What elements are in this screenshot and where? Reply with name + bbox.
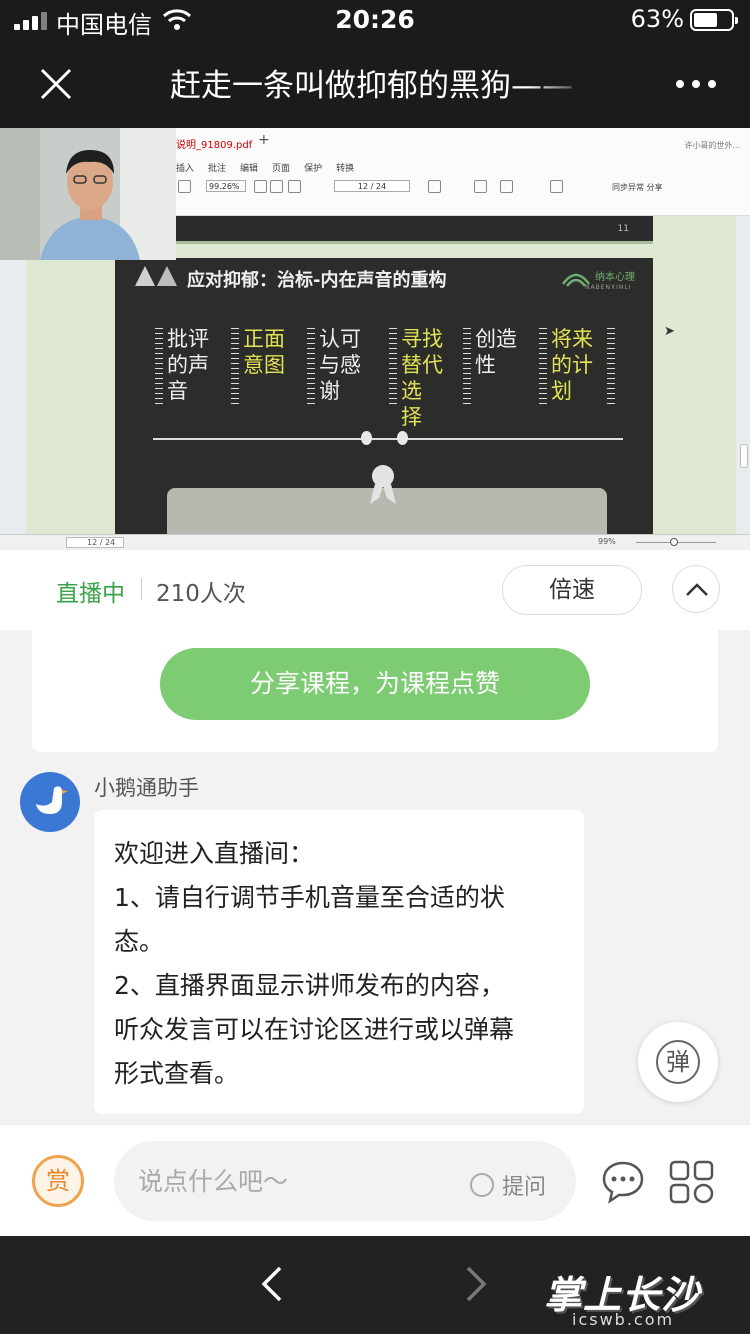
zoom-slider-knob: [670, 538, 678, 546]
battery-percent: 63%: [630, 5, 684, 33]
tool-icon: [500, 180, 513, 193]
menu-item: 保护: [304, 164, 323, 174]
tool-icon: [428, 180, 441, 193]
decoration-icon: [135, 266, 177, 286]
pdf-statusbar: 12 / 24 99%: [0, 534, 750, 550]
slide-column: 批评 的声音: [155, 326, 221, 404]
message-line: 欢迎进入直播间：: [114, 839, 315, 868]
live-info-bar: 直播中 210人次 倍速: [0, 550, 750, 630]
menu-item: 转换: [336, 164, 355, 174]
share-course-button[interactable]: 分享课程，为课程点赞: [160, 648, 590, 720]
sync-share-text: 同步异常 分享: [612, 183, 663, 192]
page-title: 赶走一条叫做抑郁的黑狗——: [170, 68, 573, 104]
zoom-box: 99.26%: [206, 180, 246, 192]
message-line: 2、直播界面显示讲师发布的内容，: [114, 971, 505, 1000]
slide-column: 认可 与感谢: [307, 326, 373, 404]
timeline-line: [153, 438, 623, 440]
pdf-menu: 插入 批注 编辑 页面 保护 转换: [176, 161, 354, 174]
zoom-out-icon: [254, 180, 267, 193]
danmu-button[interactable]: 弹: [638, 1022, 718, 1102]
screen-share-view[interactable]: 说明_91809.pdf + 许小哥的世外... 插入 批注 编辑 页面 保护 …: [0, 128, 750, 550]
user-name-text: 许小哥的世外...: [684, 141, 740, 150]
sender-name: 小鹅通助手: [94, 776, 199, 800]
danmu-icon: 弹: [656, 1040, 700, 1084]
timeline-dot: [397, 431, 408, 445]
grid-menu-icon[interactable]: [668, 1159, 716, 1205]
slide-column: 正面 意图: [231, 326, 297, 404]
ask-question-toggle[interactable]: 提问: [470, 1169, 546, 1201]
input-bar: 赏 提问: [0, 1124, 750, 1236]
logo-text: 纳本心理: [595, 272, 635, 283]
zoom-in-icon: [270, 180, 283, 193]
viewer-count: 210人次: [156, 581, 246, 607]
divider: [141, 578, 142, 600]
close-icon[interactable]: [34, 62, 78, 106]
back-arrow-icon[interactable]: [256, 1264, 288, 1304]
avatar[interactable]: [20, 772, 80, 832]
slide-column: 将来 的计划: [539, 326, 615, 404]
message-line: 听众发言可以在讨论区进行或以弹幕: [114, 1015, 515, 1044]
previous-slide-edge: 11: [115, 216, 653, 244]
new-tab-icon: +: [258, 132, 270, 148]
tool-icon: [474, 180, 487, 193]
more-icon[interactable]: [676, 80, 716, 88]
goose-icon: [36, 786, 68, 814]
menu-item: 页面: [272, 164, 291, 174]
status-zoom: 99%: [598, 537, 616, 546]
tool-icon: [178, 180, 191, 193]
sidebar-strip: [0, 216, 26, 534]
status-page-box: 12 / 24: [66, 537, 124, 548]
menu-item: 编辑: [240, 164, 259, 174]
browser-nav-bar: 掌上长沙 icswb.com: [0, 1236, 750, 1334]
file-tab: 说明_91809.pdf: [176, 140, 253, 151]
live-status: 直播中: [56, 581, 125, 607]
radio-icon: [470, 1173, 494, 1197]
mouse-cursor-icon: ➤: [664, 324, 675, 339]
share-card: 分享课程，为课程点赞: [32, 630, 718, 752]
watermark-url: icswb.com: [572, 1310, 675, 1329]
slide-column: 寻找 替代 选择: [389, 326, 455, 430]
slide-column: 创造性: [463, 326, 529, 404]
slide-title: 应对抑郁：治标-内在声音的重构: [187, 270, 447, 291]
scrollbar[interactable]: [736, 216, 750, 534]
speed-button[interactable]: 倍速: [502, 565, 642, 615]
message-bubble: 欢迎进入直播间： 1、请自行调节手机音量至合适的状 态。 2、直播界面显示讲师发…: [94, 810, 584, 1114]
webcam-video: [0, 128, 176, 260]
message-line: 形式查看。: [114, 1059, 240, 1088]
rotate-icon: [288, 180, 301, 193]
status-bar: 中国电信 20:26 63%: [0, 0, 750, 40]
presenter-avatar: [0, 128, 176, 260]
menu-item: 批注: [208, 164, 227, 174]
ask-label: 提问: [502, 1175, 547, 1200]
collapse-button[interactable]: [672, 565, 720, 613]
message-line: 态。: [114, 927, 165, 956]
timeline-dot: [361, 431, 372, 445]
message-line: 1、请自行调节手机音量至合适的状: [114, 883, 505, 912]
ribbon-icon: [370, 465, 396, 504]
menu-item: 插入: [176, 164, 195, 174]
page-box: 12 / 24: [334, 180, 410, 192]
pdf-tools: 99.26% 12 / 24 同步异常 分享: [176, 178, 750, 212]
top-bar: 中国电信 20:26 63% 赶走一条叫做抑郁的黑狗——: [0, 0, 750, 128]
comment-icon[interactable]: [600, 1159, 646, 1205]
reward-button[interactable]: 赏: [32, 1155, 84, 1207]
slide-page-number: 11: [617, 224, 629, 234]
battery-icon: [690, 9, 738, 31]
slide: 应对抑郁：治标-内在声音的重构 纳本心理 NABENXINLI 批评 的声音 正面…: [115, 258, 653, 534]
forward-arrow-icon[interactable]: [460, 1264, 492, 1304]
chevron-up-icon: [686, 583, 708, 596]
tool-icon: [550, 180, 563, 193]
logo-subtext: NABENXINLI: [585, 284, 632, 291]
